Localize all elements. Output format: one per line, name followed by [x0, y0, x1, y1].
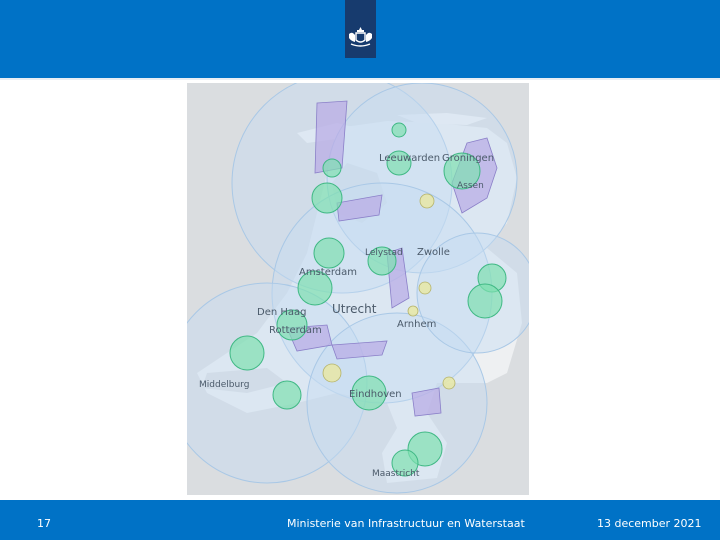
city-label-den-haag: Den Haag — [257, 307, 307, 318]
city-label-middelburg: Middelburg — [199, 380, 249, 390]
city-label-arnhem: Arnhem — [397, 319, 436, 330]
footer-bar: 17 Ministerie van Infrastructuur en Wate… — [0, 500, 720, 540]
heliport-4 — [407, 305, 419, 317]
heliport-3 — [322, 363, 342, 383]
city-label-rotterdam: Rotterdam — [269, 325, 322, 336]
airport-zone-5 — [311, 182, 343, 214]
airport-zone-6 — [313, 237, 345, 269]
netherlands-drone-zone-map: Leeuwarden Groningen Assen Lelystad Zwol… — [187, 83, 529, 495]
heliport-2 — [418, 281, 432, 295]
header-divider — [0, 78, 720, 80]
airport-zone-1 — [391, 122, 407, 138]
heliport-5 — [442, 376, 456, 390]
coat-of-arms-icon — [349, 27, 372, 47]
city-label-zwolle: Zwolle — [417, 247, 450, 258]
organization-name: Ministerie van Infrastructuur en Waterst… — [287, 517, 525, 530]
heliport-1 — [419, 193, 435, 209]
page-number: 17 — [37, 517, 51, 530]
slide-date: 13 december 2021 — [597, 517, 702, 530]
government-emblem — [345, 0, 376, 58]
city-label-assen: Assen — [457, 181, 484, 191]
airport-zone-2 — [322, 158, 342, 178]
city-label-groningen: Groningen — [442, 153, 494, 164]
city-label-maastricht: Maastricht — [372, 469, 420, 479]
city-label-amsterdam: Amsterdam — [299, 267, 357, 278]
airport-zone-13 — [272, 380, 302, 410]
city-label-lelystad: Lelystad — [365, 248, 403, 258]
airport-zone-12 — [229, 335, 265, 371]
city-label-utrecht: Utrecht — [332, 302, 377, 316]
city-label-eindhoven: Eindhoven — [349, 389, 402, 400]
city-label-leeuwarden: Leeuwarden — [379, 153, 440, 164]
airport-zone-10 — [467, 283, 503, 319]
restricted-area-6 — [411, 387, 442, 417]
header-bar — [0, 0, 720, 78]
